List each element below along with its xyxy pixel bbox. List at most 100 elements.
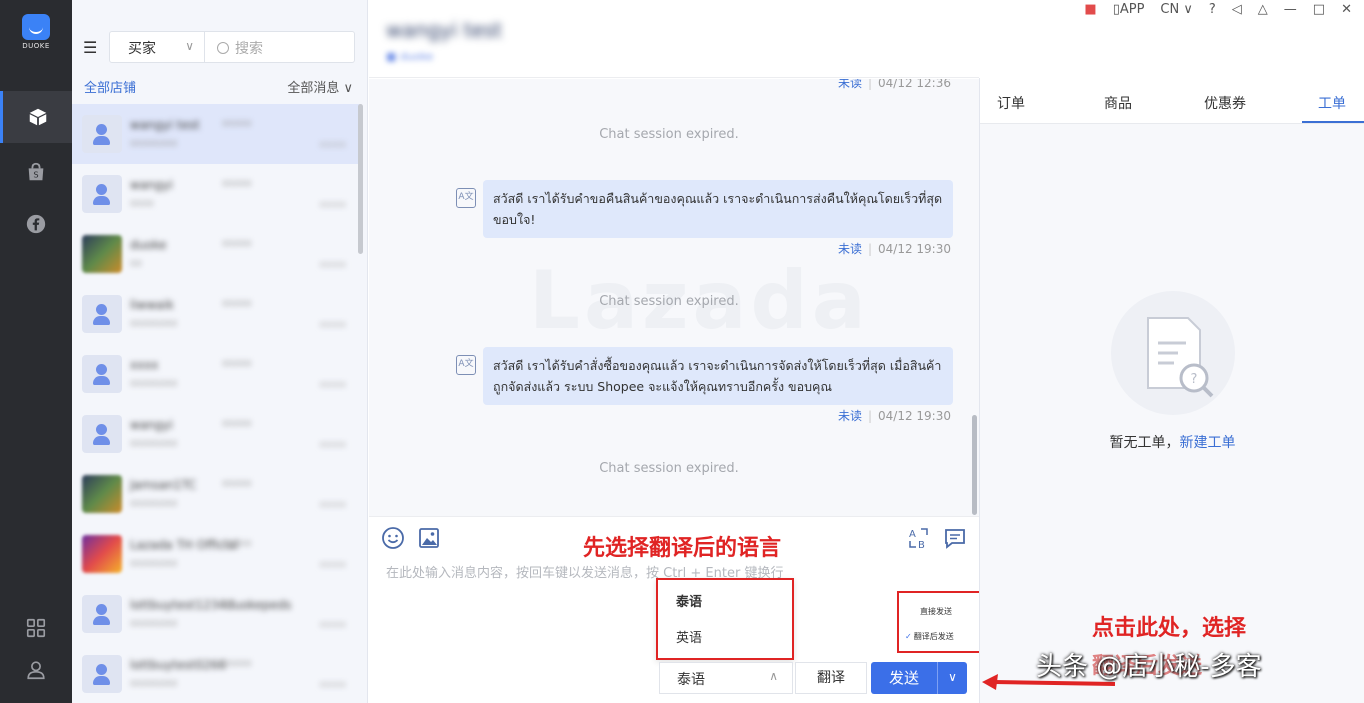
window-titlebar: ■ ▯APP CN ∨ ? ◁ △ — □ ✕ — [1004, 0, 1364, 18]
user-icon — [27, 661, 45, 680]
avatar — [82, 655, 122, 693]
app-window: DUOKE S ☰ 买家 ∨ 搜索 全部店铺 全部消息 ∨ wangyi tes… — [0, 0, 1364, 703]
create-ticket-link[interactable]: 新建工单 — [1180, 435, 1236, 451]
translate-icon[interactable]: A文 — [456, 188, 476, 208]
session-expired-notice: Chat session expired. — [599, 127, 739, 142]
conversation-item[interactable]: liwwaik xxxxx xxxxxxxx xxxxx — [72, 284, 360, 344]
minimize-icon[interactable]: — — [1284, 2, 1297, 17]
conversation-item[interactable]: wangyi test xxxxx xxxxxxxx xxxxx — [72, 104, 360, 164]
chat-scrollbar[interactable] — [972, 415, 977, 515]
conversation-item[interactable]: wangyi xxxxx xxxx xxxxx — [72, 164, 360, 224]
send-option-direct[interactable]: 直接发送 — [920, 606, 952, 617]
language-switch[interactable]: CN ∨ — [1160, 2, 1192, 17]
message-bubble: สวัสดี เราได้รับคำขอคืนสินค้าของคุณแล้ว … — [483, 180, 953, 238]
message-filter[interactable]: 全部消息 ∨ — [287, 77, 353, 96]
blurred-time: xxxxx — [222, 418, 252, 429]
blurred-store-name: ■ duoke — [386, 50, 434, 63]
nav-shopee[interactable]: S — [0, 146, 72, 198]
avatar — [82, 175, 122, 213]
meta-separator: | — [867, 79, 873, 90]
conversation-item[interactable]: wangyi xxxxx xxxxxxxx xxxxx — [72, 404, 360, 464]
blurred-time: xxxxx — [222, 538, 252, 549]
role-select[interactable]: 买家 ∨ — [109, 31, 205, 63]
translate-icon[interactable]: A文 — [456, 355, 476, 375]
blurred-preview: xxxxxxxx — [130, 498, 178, 509]
blurred-date: xxxxx — [319, 260, 346, 270]
app-label: APP — [1119, 1, 1145, 17]
send-option-translate[interactable]: ✓ 翻译后发送 — [905, 631, 954, 642]
image-icon[interactable] — [417, 526, 441, 550]
blurred-name: Jamsan1TC — [130, 478, 197, 492]
nav-facebook[interactable] — [0, 198, 72, 250]
target-language-select[interactable]: 泰语 ∧ — [659, 662, 793, 694]
gift-icon[interactable]: ■ — [1084, 2, 1096, 17]
message-area: Lazada 未读 | 04/12 12:36 Chat session expir… — [369, 79, 979, 516]
conversation-item[interactable]: Jamsan1TC xxxxx xxxxxxxx xxxxx — [72, 464, 360, 524]
blurred-preview: xxxxxxxx — [130, 138, 178, 149]
blurred-date: xxxxx — [319, 620, 346, 630]
language-option-thai[interactable]: 泰语 — [676, 591, 702, 610]
chat-header: wangyi test ■ duoke — [369, 0, 979, 78]
avatar — [82, 355, 122, 393]
close-icon[interactable]: ✕ — [1341, 2, 1352, 17]
nav-profile[interactable] — [0, 644, 72, 696]
blurred-preview: xx — [130, 258, 142, 269]
quick-reply-icon[interactable] — [943, 526, 967, 550]
blurred-preview: xxxxxxxx — [130, 438, 178, 449]
tab-coupons[interactable]: 优惠券 — [1204, 93, 1246, 113]
empty-tickets-message: 暂无工单，新建工单 — [980, 432, 1364, 452]
blurred-date: xxxxx — [319, 380, 346, 390]
annotation-select-language: 先选择翻译后的语言 — [583, 536, 782, 561]
avatar — [82, 535, 122, 573]
avatar — [82, 115, 122, 153]
blurred-contact-name: wangyi test — [386, 18, 503, 42]
app-download-link[interactable]: ▯APP — [1113, 2, 1145, 17]
store-filter[interactable]: 全部店铺 — [84, 77, 136, 96]
message-meta: 未读 | 04/12 12:36 — [838, 79, 951, 91]
message-time: 04/12 19:30 — [878, 409, 951, 423]
logo-text: DUOKE — [22, 42, 50, 50]
chevron-down-icon: ∨ — [185, 39, 194, 53]
svg-text:?: ? — [1191, 372, 1198, 387]
translate-toggle-icon[interactable]: AB — [907, 526, 931, 550]
tab-products[interactable]: 商品 — [1104, 93, 1132, 113]
blurred-name: wangyi — [130, 418, 173, 432]
blurred-time: xxxxx — [222, 298, 252, 309]
bell-icon[interactable]: △ — [1258, 2, 1268, 17]
blurred-time: xxxxx — [222, 178, 252, 189]
unread-label: 未读 — [837, 242, 862, 256]
search-input[interactable]: 搜索 — [205, 31, 355, 63]
nav-chat[interactable] — [0, 91, 72, 143]
conversation-item[interactable]: lottbuytest0266 xxxxx xxxxxxxx xxxxx — [72, 644, 360, 703]
collapse-menu-icon[interactable]: ☰ — [83, 38, 97, 57]
svg-text:B: B — [918, 540, 925, 550]
blurred-preview: xxxxxxxx — [130, 558, 178, 569]
message-time: 04/12 19:30 — [878, 242, 951, 256]
conversation-item[interactable]: Lazada TH Official xxxxx xxxxxxxx xxxxx — [72, 524, 360, 584]
meta-separator: | — [867, 409, 873, 423]
maximize-icon[interactable]: □ — [1313, 2, 1325, 17]
tab-orders[interactable]: 订单 — [997, 93, 1025, 113]
translate-button[interactable]: 翻译 — [795, 662, 867, 694]
blurred-date: xxxxx — [319, 560, 346, 570]
help-icon[interactable]: ? — [1209, 2, 1216, 17]
blurred-preview: xxxxxxxx — [130, 618, 178, 629]
duoke-logo-icon — [22, 14, 50, 40]
conversation-item[interactable]: lottbuytest1234duokepeds xx xxxxxxxx xxxxx — [72, 584, 360, 644]
session-expired-notice: Chat session expired. — [599, 461, 739, 476]
sound-icon[interactable]: ◁ — [1232, 2, 1242, 17]
blurred-date: xxxxx — [319, 680, 346, 690]
conversation-item[interactable]: duoke xxxxx xx xxxxx — [72, 224, 360, 284]
emoji-icon[interactable] — [381, 526, 405, 550]
empty-ticket-illustration-icon: ? — [1111, 291, 1235, 415]
list-scrollbar[interactable] — [358, 104, 363, 254]
conversation-item[interactable]: xxxx xxxxx xxxxxxxx xxxxx — [72, 344, 360, 404]
tab-tickets[interactable]: 工单 — [1318, 93, 1346, 113]
active-tab-indicator — [1302, 121, 1364, 123]
send-button[interactable]: 发送 — [871, 662, 937, 694]
send-options-button[interactable]: ∨ — [937, 662, 967, 694]
annotation-click-here: 点击此处，选择 — [1092, 616, 1247, 641]
meta-separator: | — [867, 242, 873, 256]
language-option-english[interactable]: 英语 — [676, 627, 702, 646]
message-time: 04/12 12:36 — [878, 79, 951, 90]
